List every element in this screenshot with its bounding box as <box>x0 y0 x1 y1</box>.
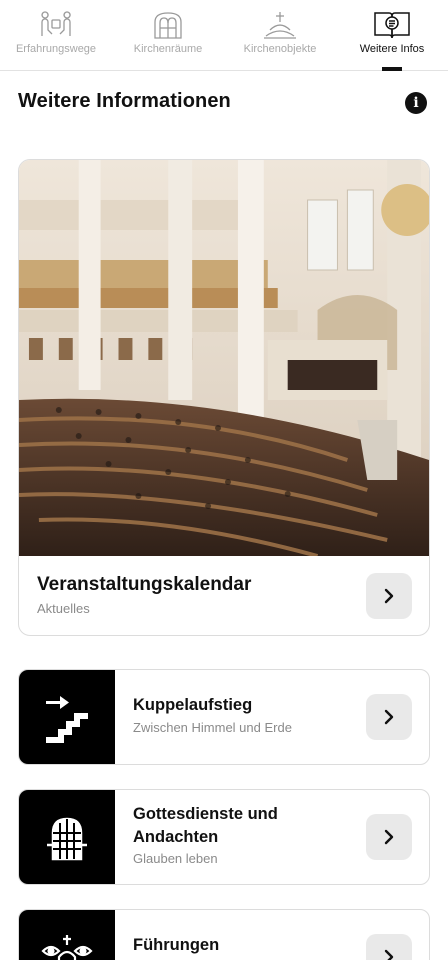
info-icon: i <box>413 95 419 111</box>
chevron-right-icon <box>384 588 394 604</box>
church-eyes-icon <box>41 935 93 960</box>
stairs-arrow-icon <box>46 696 88 743</box>
church-window-icon <box>47 817 87 861</box>
event-calendar-card[interactable]: Veranstaltungskalendar Aktuelles <box>18 159 430 636</box>
church-window-icon <box>154 12 182 39</box>
tab-weitere-infos[interactable]: Weitere Infos <box>336 0 448 71</box>
featured-subtitle: Aktuelles <box>37 601 90 616</box>
list-item-title: Führungen <box>133 936 220 954</box>
page-title: Weitere Informationen <box>18 90 231 112</box>
list-item-subtitle: Zwischen Himmel und Erde <box>133 720 292 735</box>
info-button[interactable]: i <box>405 92 427 114</box>
list-item-fuehrungen[interactable]: Führungen <box>18 909 430 960</box>
open-kuppelaufstieg-button[interactable] <box>366 694 412 740</box>
active-tab-indicator <box>382 67 402 71</box>
featured-title: Veranstaltungskalendar <box>37 574 252 595</box>
hands-icon <box>41 11 71 36</box>
list-item-title: Gottesdienste und Andachten <box>133 805 278 846</box>
list-item-thumbnail <box>19 910 115 960</box>
altar-cross-icon <box>264 12 296 39</box>
list-item-gottesdienste[interactable]: Gottesdienste und Andachten Glauben lebe… <box>18 789 430 885</box>
top-tab-bar: Erfahrungswege Kirchenräume Kirchenobjek… <box>0 0 448 71</box>
tab-label: Kirchenobjekte <box>243 43 317 55</box>
tab-kirchenobjekte[interactable]: Kirchenobjekte <box>224 0 336 70</box>
open-gottesdienste-button[interactable] <box>366 814 412 860</box>
list-item-kuppelaufstieg[interactable]: Kuppelaufstieg Zwischen Himmel und Erde <box>18 669 430 765</box>
list-item-thumbnail <box>19 670 115 764</box>
tab-label: Kirchenräume <box>133 43 203 55</box>
list-item-title: Kuppelaufstieg <box>133 696 253 714</box>
chevron-right-icon <box>384 829 394 845</box>
book-info-icon <box>374 12 410 39</box>
chevron-right-icon <box>384 709 394 725</box>
open-event-calendar-button[interactable] <box>366 573 412 619</box>
list-item-subtitle: Glauben leben <box>133 851 218 866</box>
tab-label: Weitere Infos <box>359 43 425 55</box>
church-interior-concert-photo <box>19 160 429 556</box>
tab-erfahrungswege[interactable]: Erfahrungswege <box>0 0 112 70</box>
list-item-thumbnail <box>19 790 115 884</box>
tab-label: Erfahrungswege <box>15 43 97 55</box>
chevron-right-icon <box>384 949 394 960</box>
tab-kirchenraeume[interactable]: Kirchenräume <box>112 0 224 70</box>
open-fuehrungen-button[interactable] <box>366 934 412 960</box>
